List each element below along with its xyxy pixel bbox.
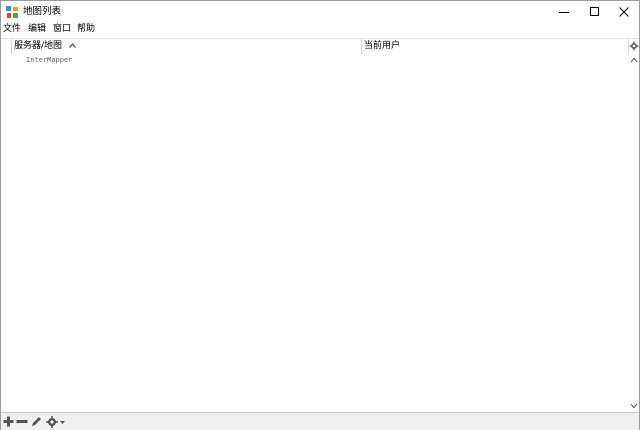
title-bar: 地图列表 [1,1,639,23]
maximize-button[interactable] [580,1,610,23]
table-row[interactable]: InterMapper [1,54,629,66]
column-header-current-user[interactable]: 当前用户 [364,39,628,54]
column-settings-gear-icon[interactable] [629,41,639,51]
column-divider [11,39,12,54]
remove-button[interactable] [16,415,28,428]
table-header: 服务器/地图 当前用户 [1,38,639,55]
scroll-down-icon[interactable] [630,403,638,409]
menu-bar: 文件 编辑 窗口 帮助 [1,23,639,36]
vertical-scrollbar[interactable] [629,54,639,412]
edit-button[interactable] [31,415,42,428]
close-icon [619,7,629,17]
add-icon [3,416,14,427]
minimize-button[interactable] [549,1,579,23]
bottom-toolbar [1,412,639,430]
column-header-current-user-label: 当前用户 [364,41,401,51]
row-server-name: InterMapper [26,56,73,64]
map-list-icon [6,6,18,18]
scroll-up-icon[interactable] [630,57,638,63]
sort-ascending-icon [69,43,76,48]
add-button[interactable] [3,415,14,428]
close-button[interactable] [609,1,639,23]
gear-menu-icon [46,415,65,428]
minimize-icon [559,12,569,13]
maximize-icon [590,7,599,16]
settings-menu-button[interactable] [46,415,66,428]
window-title: 地图列表 [23,6,62,17]
menu-help[interactable]: 帮助 [76,23,96,36]
menu-window[interactable]: 窗口 [52,23,72,36]
column-header-server-map-label: 服务器/地图 [14,41,63,51]
column-divider[interactable] [361,39,362,54]
map-list-table: InterMapper [1,54,629,412]
remove-icon [16,420,28,423]
edit-pencil-icon [32,417,41,426]
menu-file[interactable]: 文件 [2,23,22,36]
menu-edit[interactable]: 编辑 [27,23,47,36]
column-header-server-map[interactable]: 服务器/地图 [14,39,360,54]
